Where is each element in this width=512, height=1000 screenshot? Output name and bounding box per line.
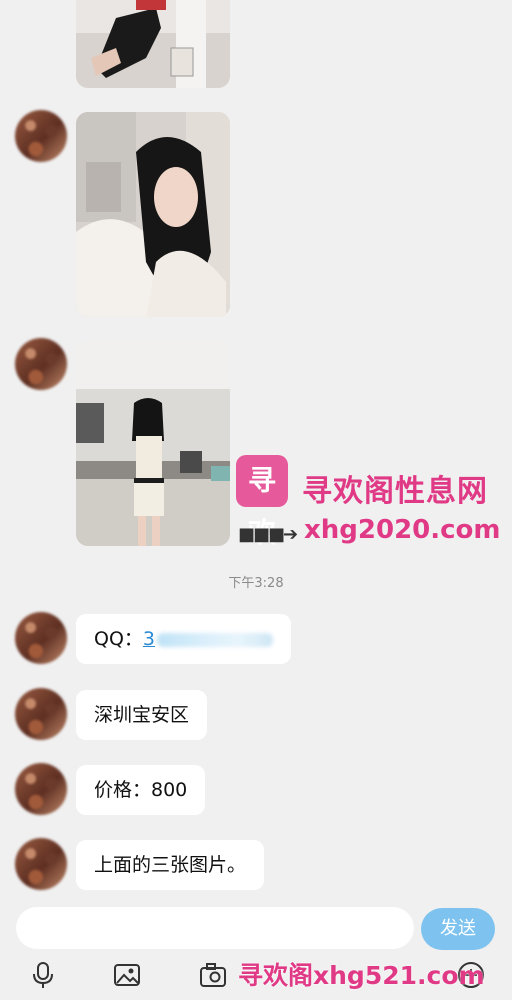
- message-bubble-note[interactable]: 上面的三张图片。: [76, 840, 265, 890]
- chat-photo-2[interactable]: [76, 112, 230, 317]
- camera-icon[interactable]: [198, 960, 228, 990]
- message-bubble-qq[interactable]: QQ：3: [76, 614, 292, 664]
- message-timestamp: 下午3:28: [228, 576, 284, 591]
- qq-label: QQ：: [94, 628, 143, 650]
- contact-avatar[interactable]: [15, 612, 67, 664]
- location-text: 深圳宝安区: [94, 704, 190, 726]
- price-text: 价格：800: [94, 779, 188, 801]
- photo-1-image: [76, 0, 230, 88]
- watermark-arrow-icon: ■■■➔: [238, 524, 298, 545]
- image-icon[interactable]: [112, 960, 142, 990]
- qq-number-redacted: [157, 632, 274, 647]
- contact-avatar[interactable]: [15, 763, 67, 815]
- footer-watermark: 寻欢阁xhg521.com: [238, 961, 485, 990]
- contact-avatar[interactable]: [15, 688, 67, 740]
- microphone-icon[interactable]: [28, 960, 58, 990]
- send-button[interactable]: 发送: [421, 908, 495, 950]
- photo-3-image: [76, 341, 230, 546]
- message-bubble-price[interactable]: 价格：800: [76, 765, 206, 815]
- contact-avatar[interactable]: [15, 110, 67, 162]
- chat-photo-3[interactable]: [76, 341, 230, 546]
- contact-avatar[interactable]: [15, 838, 67, 890]
- watermark-url: xhg2020.com: [304, 515, 501, 545]
- message-input[interactable]: [16, 907, 414, 949]
- qq-number-link[interactable]: 3: [143, 628, 155, 650]
- chat-photo-1[interactable]: [76, 0, 230, 88]
- watermark-logo: 寻欢: [236, 455, 288, 549]
- contact-avatar[interactable]: [15, 338, 67, 390]
- message-bubble-location[interactable]: 深圳宝安区: [76, 690, 208, 740]
- note-text: 上面的三张图片。: [94, 854, 247, 876]
- watermark-title: 寻欢阁性息网: [302, 474, 488, 509]
- photo-2-image: [76, 112, 230, 317]
